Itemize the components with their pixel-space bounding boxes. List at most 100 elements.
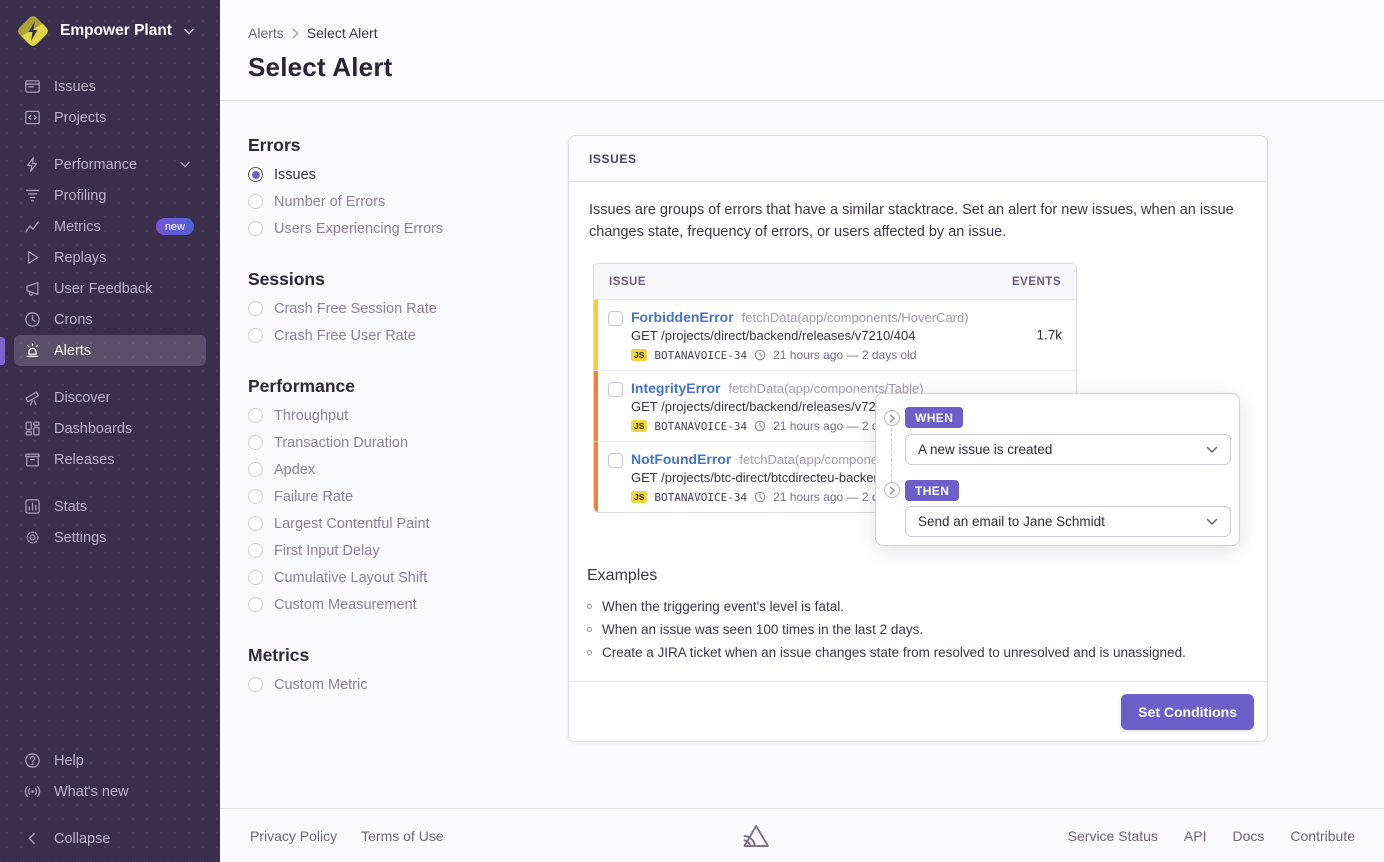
service-status-link[interactable]: Service Status — [1068, 828, 1158, 844]
sidebar-item-crons[interactable]: Crons — [0, 304, 220, 335]
radio — [248, 462, 263, 477]
issue-checkbox[interactable] — [608, 453, 623, 468]
chevron-circle-icon — [884, 410, 900, 426]
active-nav-indicator — [0, 337, 5, 365]
performance-icon — [24, 156, 41, 173]
when-select-value: A new issue is created — [918, 442, 1052, 457]
issue-culprit: fetchData(app/component — [739, 452, 889, 467]
sidebar-item-profiling[interactable]: Profiling — [0, 180, 220, 211]
page-title: Select Alert — [248, 52, 393, 83]
sidebar-item-replays[interactable]: Replays — [0, 242, 220, 273]
docs-link[interactable]: Docs — [1233, 828, 1265, 844]
chevron-circle-icon — [884, 482, 900, 498]
radio — [248, 408, 263, 423]
alert-option-issues[interactable]: Issues — [248, 161, 548, 188]
examples-section: Examples When the triggering event's lev… — [587, 567, 1247, 664]
sidebar-item-alerts[interactable]: Alerts — [14, 335, 206, 366]
radio — [248, 221, 263, 236]
bullet-icon — [587, 650, 592, 655]
breadcrumb: Alerts Select Alert — [248, 25, 378, 41]
clock-icon — [754, 491, 766, 503]
privacy-policy-link[interactable]: Privacy Policy — [250, 828, 337, 844]
column-header-issue: ISSUE — [609, 276, 1012, 288]
issue-short-id: BOTANAVOICE-34 — [654, 491, 747, 504]
sidebar-item-releases[interactable]: Releases — [0, 444, 220, 475]
issue-transaction: GET /projects/direct/backend/releases/v7… — [631, 328, 1062, 343]
replays-icon — [24, 249, 41, 266]
sidebar-item-whats-new[interactable]: What's new — [0, 776, 220, 807]
sidebar-item-performance[interactable]: Performance — [0, 149, 220, 180]
alert-option-transaction-duration[interactable]: Transaction Duration — [248, 429, 548, 456]
breadcrumb-alerts[interactable]: Alerts — [248, 25, 284, 41]
sidebar-collapse-button[interactable]: Collapse — [0, 823, 220, 854]
alert-option-failure-rate[interactable]: Failure Rate — [248, 483, 548, 510]
group-title-sessions: Sessions — [248, 269, 548, 289]
then-badge: THEN — [905, 480, 959, 501]
connector-line — [891, 428, 892, 482]
alert-option-first-input-delay[interactable]: First Input Delay — [248, 537, 548, 564]
radio — [248, 516, 263, 531]
platform-js-badge: JS — [631, 491, 647, 504]
bullet-icon — [587, 627, 592, 632]
alert-option-cumulative-layout-shift[interactable]: Cumulative Layout Shift — [248, 564, 548, 591]
page-header: Alerts Select Alert Select Alert — [220, 0, 1384, 101]
issue-checkbox[interactable] — [608, 382, 623, 397]
help-icon — [24, 752, 41, 769]
dashboards-icon — [24, 420, 41, 437]
contribute-link[interactable]: Contribute — [1290, 828, 1355, 844]
sidebar-item-issues[interactable]: Issues — [0, 71, 220, 102]
alert-option-throughput[interactable]: Throughput — [248, 402, 548, 429]
crons-icon — [24, 311, 41, 328]
issue-checkbox[interactable] — [608, 311, 623, 326]
alert-option-custom-measurement[interactable]: Custom Measurement — [248, 591, 548, 618]
metrics-icon — [24, 218, 41, 235]
alert-option-crash-free-session-rate[interactable]: Crash Free Session Rate — [248, 295, 548, 322]
issue-link[interactable]: ForbiddenError — [631, 309, 734, 325]
radio — [248, 677, 263, 692]
org-switcher[interactable]: Empower Plant — [0, 0, 220, 62]
alert-option-users-experiencing-errors[interactable]: Users Experiencing Errors — [248, 215, 548, 242]
new-badge: new — [156, 218, 194, 235]
level-indicator — [594, 300, 598, 370]
chevron-left-icon — [24, 830, 41, 847]
api-link[interactable]: API — [1184, 828, 1207, 844]
sidebar-item-metrics[interactable]: Metrics new — [0, 211, 220, 242]
sidebar-item-projects[interactable]: Performance Projects — [0, 102, 220, 133]
radio — [248, 543, 263, 558]
alert-option-custom-metric[interactable]: Custom Metric — [248, 671, 548, 698]
alert-option-largest-contentful-paint[interactable]: Largest Contentful Paint — [248, 510, 548, 537]
radio — [248, 328, 263, 343]
sidebar-item-help[interactable]: Help — [0, 745, 220, 776]
sidebar-item-user-feedback[interactable]: User Feedback — [0, 273, 220, 304]
when-badge: WHEN — [905, 407, 963, 428]
alerts-icon — [24, 342, 41, 359]
chevron-down-icon — [1206, 446, 1218, 454]
bullet-icon — [587, 604, 592, 609]
then-select-value: Send an email to Jane Schmidt — [918, 514, 1105, 529]
when-select[interactable]: A new issue is created — [905, 434, 1231, 465]
issues-icon — [24, 78, 41, 95]
panel-footer: Set Conditions — [569, 681, 1267, 741]
sidebar-item-stats[interactable]: Stats — [0, 491, 220, 522]
example-item: Create a JIRA ticket when an issue chang… — [602, 641, 1186, 664]
radio — [248, 435, 263, 450]
alert-option-apdex[interactable]: Apdex — [248, 456, 548, 483]
sidebar-item-discover[interactable]: Discover — [0, 382, 220, 413]
sidebar-item-dashboards[interactable]: Dashboards — [0, 413, 220, 444]
then-select[interactable]: Send an email to Jane Schmidt — [905, 506, 1231, 537]
profiling-icon — [24, 187, 41, 204]
alert-preview-popup: WHEN A new issue is created THEN Send an… — [875, 393, 1240, 546]
set-conditions-button[interactable]: Set Conditions — [1121, 694, 1254, 730]
projects-icon — [24, 109, 41, 126]
stats-icon — [24, 498, 41, 515]
gear-icon — [24, 529, 41, 546]
issue-culprit: fetchData(app/components/HoverCard) — [742, 310, 969, 325]
terms-of-use-link[interactable]: Terms of Use — [361, 828, 443, 844]
clock-icon — [754, 349, 766, 361]
panel-header: ISSUES — [569, 136, 1267, 182]
issue-link[interactable]: NotFoundError — [631, 451, 731, 467]
issue-link[interactable]: IntegrityError — [631, 380, 720, 396]
sidebar-item-settings[interactable]: Settings — [0, 522, 220, 553]
alert-option-crash-free-user-rate[interactable]: Crash Free User Rate — [248, 322, 548, 349]
alert-option-number-of-errors[interactable]: Number of Errors — [248, 188, 548, 215]
